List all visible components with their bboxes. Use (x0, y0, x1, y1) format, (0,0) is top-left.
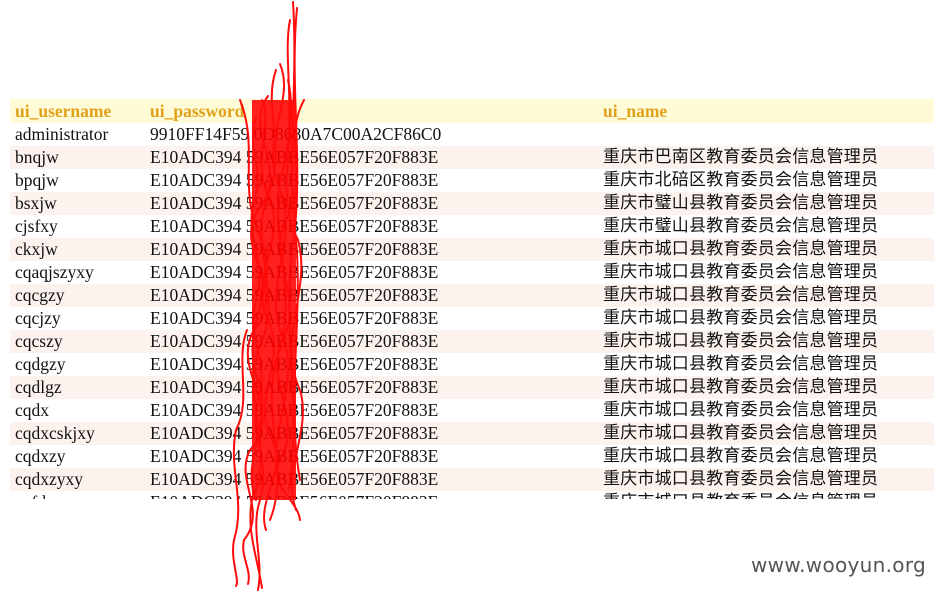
table-row: cqdxcskjxy E10ADC394 59ABBE56E057F20F883E… (10, 422, 934, 445)
cell-password: E10ADC394 59ABBE56E057F20F883E (150, 400, 439, 420)
table-body: administrator 9910FF14F59 0D8680A7C00A2CF… (10, 123, 934, 499)
cell-username: cqdx (15, 400, 50, 420)
table-row: cjsfxy E10ADC394 59ABBE56E057F20F883E 重庆市璧… (10, 215, 934, 238)
table-row: cqcjzy E10ADC394 59ABBE56E057F20F883E 重庆市城… (10, 307, 934, 330)
cell-name: 重庆市城口县教育委员会信息管理员 (603, 331, 879, 351)
cell-password: E10ADC394 59ABBE56E057F20F883E (150, 491, 438, 499)
cell-name: 重庆市巴南区教育委员会信息管理员 (603, 147, 879, 167)
table-header-row: ui_username ui_password ui_name (10, 99, 934, 123)
table-row: bpqjw E10ADC394 59ABBE56E057F20F883E 重庆市北碚… (10, 169, 934, 192)
cell-password: E10ADC394 59ABBE56E057F20F883E (150, 239, 439, 259)
wooyun-watermark: www.wooyun.org (751, 553, 926, 577)
cell-username: cqcgzy (15, 285, 65, 305)
cell-password: E10ADC394 59ABBE56E057F20F883E (150, 170, 439, 190)
cell-password: 9910FF14F59 0D8680A7C00A2CF86C0 (150, 124, 442, 144)
cell-password: E10ADC394 59ABBE56E057F20F883E (150, 354, 439, 374)
cell-username: cqdgzy (15, 354, 66, 374)
cell-name: 重庆市城口县教育委员会信息管理员 (603, 377, 879, 397)
cell-name: 重庆市北碚区教育委员会信息管理员 (603, 170, 879, 190)
cell-password: E10ADC394 59ABBE56E057F20F883E (150, 285, 439, 305)
cell-password: E10ADC394 59ABBE56E057F20F883E (150, 423, 439, 443)
cell-username: cqfdzyxy (15, 491, 80, 499)
cell-password: E10ADC394 59ABBE56E057F20F883E (150, 331, 439, 351)
cell-username: cqcjzy (15, 308, 61, 328)
cell-password: E10ADC394 59ABBE56E057F20F883E (150, 446, 439, 466)
cell-username: cjsfxy (15, 216, 58, 236)
cell-name: 重庆市璧山县教育委员会信息管理员 (603, 216, 879, 236)
cell-username: cqdxzyxy (15, 469, 84, 489)
cell-password: E10ADC394 59ABBE56E057F20F883E (150, 469, 439, 489)
cell-name: 重庆市城口县教育委员会信息管理员 (603, 423, 879, 443)
table-row: bnqjw E10ADC394 59ABBE56E057F20F883E 重庆市巴南… (10, 146, 934, 169)
cell-name: 重庆市璧山县教育委员会信息管理员 (603, 193, 879, 213)
column-header-name: ui_name (603, 101, 668, 121)
table-row: cqdlgz E10ADC394 59ABBE56E057F20F883E 重庆市城… (10, 376, 934, 399)
column-header-username: ui_username (15, 101, 112, 121)
cell-name: 重庆市城口县教育委员会信息管理员 (603, 262, 879, 282)
data-table: ui_username ui_password ui_name administ… (10, 99, 934, 499)
cell-name: 重庆市城口县教育委员会信息管理员 (603, 491, 878, 499)
cell-username: cqcszy (15, 331, 63, 351)
cell-username: administrator (15, 124, 109, 144)
cell-username: cqaqjszyxy (15, 262, 94, 282)
cell-name: 重庆市城口县教育委员会信息管理员 (603, 239, 879, 259)
cell-password: E10ADC394 59ABBE56E057F20F883E (150, 308, 439, 328)
cell-username: ckxjw (15, 239, 58, 259)
cell-username: bpqjw (15, 170, 59, 190)
table-row: cqcgzy E10ADC394 59ABBE56E057F20F883E 重庆市城… (10, 284, 934, 307)
cell-name: 重庆市城口县教育委员会信息管理员 (603, 446, 879, 466)
table-row: ckxjw E10ADC394 59ABBE56E057F20F883E 重庆市城口… (10, 238, 934, 261)
table-row: cqdxzy E10ADC394 59ABBE56E057F20F883E 重庆市城… (10, 445, 934, 468)
table-row: administrator 9910FF14F59 0D8680A7C00A2CF… (10, 123, 934, 146)
cell-name: 重庆市城口县教育委员会信息管理员 (603, 469, 879, 489)
cell-name: 重庆市城口县教育委员会信息管理员 (603, 354, 879, 374)
table-row: cqfdzyxy E10ADC394 59ABBE56E057F20F883E 重庆… (10, 491, 934, 499)
cell-name: 重庆市城口县教育委员会信息管理员 (603, 400, 879, 420)
table-row: cqdgzy E10ADC394 59ABBE56E057F20F883E 重庆市城… (10, 353, 934, 376)
table-row: cqdx E10ADC394 59ABBE56E057F20F883E 重庆市城口县… (10, 399, 934, 422)
table-row: bsxjw E10ADC394 59ABBE56E057F20F883E 重庆市璧山… (10, 192, 934, 215)
cell-password: E10ADC394 59ABBE56E057F20F883E (150, 147, 439, 167)
cell-name: 重庆市城口县教育委员会信息管理员 (603, 308, 879, 328)
cell-username: bsxjw (15, 193, 57, 213)
cell-username: cqdxcskjxy (15, 423, 95, 443)
column-header-password: ui_password (150, 101, 245, 121)
cell-name: 重庆市城口县教育委员会信息管理员 (603, 285, 879, 305)
cell-password: E10ADC394 59ABBE56E057F20F883E (150, 216, 439, 236)
table-row: cqcszy E10ADC394 59ABBE56E057F20F883E 重庆市城… (10, 330, 934, 353)
table-row: cqaqjszyxy E10ADC394 59ABBE56E057F20F883E… (10, 261, 934, 284)
table-row: cqdxzyxy E10ADC394 59ABBE56E057F20F883E 重庆… (10, 468, 934, 491)
cell-password: E10ADC394 59ABBE56E057F20F883E (150, 262, 439, 282)
cell-password: E10ADC394 59ABBE56E057F20F883E (150, 193, 439, 213)
cell-username: cqdxzy (15, 446, 66, 466)
cell-username: bnqjw (15, 147, 59, 167)
cell-username: cqdlgz (15, 377, 62, 397)
cell-password: E10ADC394 59ABBE56E057F20F883E (150, 377, 439, 397)
